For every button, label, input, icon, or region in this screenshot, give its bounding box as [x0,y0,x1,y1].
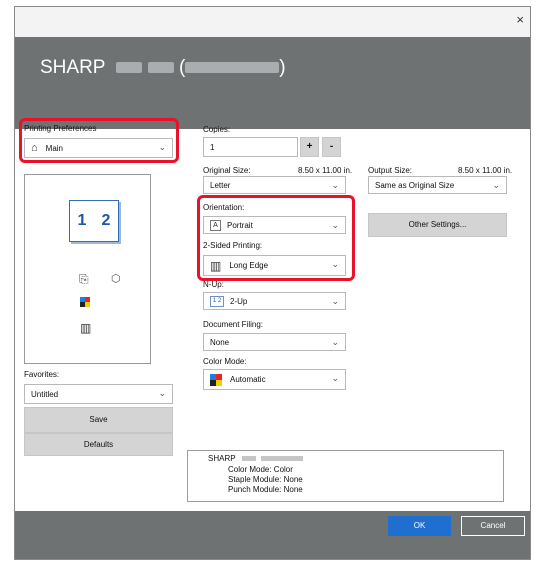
save-button[interactable]: Save [24,407,173,433]
highlight-printing-preferences [19,118,179,163]
chevron-down-icon: ⌄ [331,337,339,347]
copies-input[interactable]: 1 [203,137,298,157]
chevron-down-icon: ⌄ [492,180,500,190]
preview-page-1: 1 [77,212,87,229]
preview-page: 1 2 [69,200,119,242]
printer-model-title: SHARP () [40,57,286,79]
stack-icon: ⬡ [111,273,121,285]
color-mode-select[interactable]: Automatic ⌄ [203,369,346,390]
footer-bar [15,511,530,559]
chevron-down-icon: ⌄ [331,373,339,383]
print-preview: 1 2 ⎘ ⬡ ▥ [24,174,151,364]
serial-redacted [185,62,280,74]
summary-line: Punch Module: None [228,485,303,494]
nup-label: N-Up: [203,280,224,289]
summary-serial-redacted [260,456,303,462]
chevron-down-icon: ⌄ [331,180,339,190]
summary-lines: Color Mode: Color Staple Module: None Pu… [228,465,303,495]
chevron-down-icon: ⌄ [158,388,166,398]
chevron-down-icon: ⌄ [331,296,339,306]
copies-minus-button[interactable]: - [322,137,341,157]
nup-icon: 1 2 [210,295,224,307]
nup-select[interactable]: 1 2 2-Up ⌄ [203,292,346,310]
output-size-select[interactable]: Same as Original Size ⌄ [368,176,507,194]
copies-value: 1 [210,142,215,152]
output-size-dims: 8.50 x 11.00 in. [458,166,513,175]
original-size-dims: 8.50 x 11.00 in. [298,166,353,175]
output-size-value: Same as Original Size [375,180,455,190]
original-size-select[interactable]: Letter ⌄ [203,176,346,194]
settings-summary: SHARP Color Mode: Color Staple Module: N… [187,450,504,502]
document-filing-select[interactable]: None ⌄ [203,333,346,351]
defaults-button[interactable]: Defaults [24,433,173,456]
color-mode-value: Automatic [230,375,266,384]
copies-plus-button[interactable]: + [300,137,319,157]
color-icon [80,297,90,307]
summary-line: Staple Module: None [228,475,303,484]
model-number-redacted [147,62,174,74]
summary-model-redacted [241,456,256,462]
copies-label: Copies: [203,125,231,134]
favorites-select[interactable]: Untitled ⌄ [24,384,173,404]
staple-icon: ⎘ [79,272,89,286]
summary-title: SHARP [208,454,236,463]
other-settings-button[interactable]: Other Settings... [368,213,507,237]
cancel-button[interactable]: Cancel [461,516,525,536]
color-mode-icon [210,373,222,386]
paren-close: ) [279,57,286,78]
brand-name: SHARP [40,57,106,78]
original-size-value: Letter [210,180,231,190]
model-number-redacted [116,62,143,74]
highlight-orientation-two-sided [197,195,355,281]
header-banner [15,37,530,129]
ok-button[interactable]: OK [388,516,451,536]
document-filing-value: None [210,337,230,347]
favorites-label: Favorites: [24,370,60,379]
duplex-icon: ▥ [80,321,92,335]
close-icon[interactable]: × [516,13,524,26]
summary-title-row: SHARP [208,454,303,463]
original-size-label: Original Size: [203,166,251,175]
document-filing-label: Document Filing: [203,320,264,329]
favorites-value: Untitled [31,389,59,399]
preview-page-2: 2 [101,212,111,229]
color-mode-label: Color Mode: [203,357,247,366]
output-size-label: Output Size: [368,166,413,175]
summary-line: Color Mode: Color [228,465,293,474]
nup-value: 2-Up [230,296,248,306]
